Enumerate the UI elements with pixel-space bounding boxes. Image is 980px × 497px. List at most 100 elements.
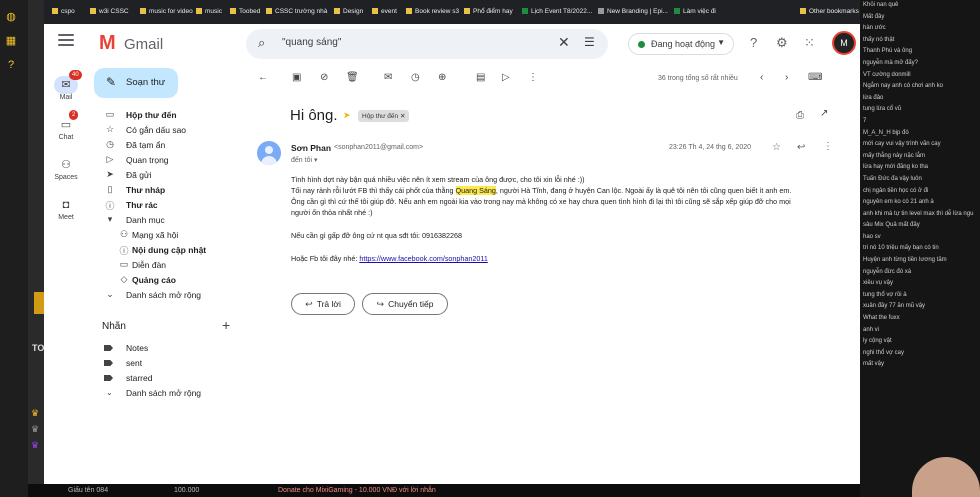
bookmark-item[interactable]: Book review s3 — [406, 8, 459, 15]
bookmark-item[interactable]: Design — [334, 8, 363, 15]
search-icon[interactable]: ⌕ — [258, 35, 265, 51]
search-highlight: Quang Sáng — [455, 186, 496, 195]
app-rail: ✉ 40 Mail ▭ 2 Chat ⚇ Spaces ◘ Meet — [44, 64, 88, 464]
reply-icon[interactable]: ↩ — [797, 142, 805, 153]
sender-avatar[interactable] — [257, 141, 281, 165]
reply-label: Trả lời — [316, 299, 341, 309]
rail-meet[interactable]: ◘ Meet — [44, 196, 88, 221]
snooze-icon[interactable]: ◷ — [411, 72, 420, 83]
older-chevron-icon[interactable]: › — [785, 72, 788, 83]
chat-message: Mất đây — [863, 13, 885, 20]
screen: ◍ ▦ ? TO ♛ ♛ ♛ Giấu tên 084 100.000 Dona… — [0, 0, 980, 497]
status-dropdown[interactable]: Đang hoạt động ▼ — [628, 33, 734, 55]
reply-button[interactable]: ↩ Trả lời — [291, 293, 355, 315]
donate-message: Donate cho MixiGaming - 10.000 VNĐ với l… — [278, 487, 436, 494]
forum-icon: ▭ — [119, 259, 129, 269]
chat-message: Tuấn Đức đa vậy luôn — [863, 175, 922, 182]
bookmark-item[interactable]: event — [372, 8, 397, 15]
more-vert-icon[interactable]: ⋮ — [823, 141, 833, 152]
rail-spaces[interactable]: ⚇ Spaces — [44, 156, 88, 181]
body-paragraph: Tình hình dợt này bận quá nhiều việc nên… — [291, 175, 585, 184]
chat-icon: ▭ — [60, 119, 72, 131]
help-icon[interactable]: ? — [750, 35, 757, 50]
mail-icon: ✉ — [61, 79, 71, 91]
search-input[interactable]: "quang sáng" — [282, 37, 341, 48]
stream-chat: Khỏi nan quê Mất đây hàn ước thấy nó thật Th… — [860, 0, 980, 497]
mark-unread-icon[interactable]: ✉ — [384, 72, 392, 83]
delete-icon[interactable]: 🗑 — [346, 72, 359, 83]
chat-message: chị ngân tiền học có ở đi — [863, 187, 929, 194]
label-icon[interactable]: ▷ — [502, 72, 510, 83]
add-task-icon[interactable]: ⊕ — [438, 72, 446, 83]
bookmark-item[interactable]: Lịch Event T8/2022... — [522, 8, 592, 15]
apps-grid-icon[interactable]: ⁙ — [804, 35, 815, 51]
recipient-line[interactable]: đến tôi ▾ — [291, 156, 318, 164]
chat-message: mất vậy — [863, 361, 885, 368]
facebook-link[interactable]: https://www.facebook.com/sonphan2011 — [359, 254, 488, 263]
star-icon[interactable]: ☆ — [772, 142, 781, 153]
gmail-logo-icon[interactable]: M — [99, 33, 116, 53]
label-tag-icon — [104, 345, 113, 351]
chat-message: tung lừa cổ vũ — [863, 106, 902, 113]
streamer-avatar — [912, 457, 980, 497]
bookmark-item[interactable]: cspo — [52, 8, 75, 15]
forward-icon: ↪ — [376, 299, 385, 309]
bookmark-item[interactable]: music — [196, 8, 222, 15]
bookmark-item[interactable]: New Branding | Epi... — [598, 8, 668, 15]
settings-gear-icon[interactable]: ⚙ — [776, 35, 788, 51]
spam-icon: ⓘ — [105, 201, 115, 211]
message-body: Tình hình dợt này bận quá nhiều việc nên… — [291, 174, 801, 264]
chevron-down-icon: ⌄ — [106, 388, 113, 397]
inbox-label-chip[interactable]: Hộp thư đến ✕ — [358, 110, 410, 122]
message-date: 23:26 Th 4, 24 thg 6, 2020 — [669, 144, 751, 151]
newer-chevron-icon[interactable]: ‹ — [760, 72, 763, 83]
back-arrow-icon[interactable]: ← — [258, 72, 268, 83]
category-icon: ▾ — [107, 214, 113, 224]
search-bar[interactable]: ⌕ "quang sáng" ✕ ☰ — [246, 29, 608, 59]
chat-message: nguyễn đừc đó xá — [863, 268, 912, 275]
label-text: Notes — [126, 343, 149, 353]
move-to-icon[interactable]: ▤ — [476, 72, 485, 83]
gmail-brand[interactable]: Gmail — [124, 36, 163, 53]
rail-mail[interactable]: ✉ 40 Mail — [44, 70, 88, 101]
print-icon[interactable]: ⎙ — [796, 110, 804, 121]
clear-search-icon[interactable]: ✕ — [558, 34, 570, 51]
search-options-icon[interactable]: ☰ — [584, 35, 595, 49]
chat-message: ly cộng vật — [863, 338, 892, 345]
bookmark-item[interactable]: w3i CSSC — [90, 8, 129, 15]
chat-message: thấy nó thật — [863, 36, 895, 43]
archive-icon[interactable]: ▣ — [292, 72, 301, 83]
more-vert-icon[interactable]: ⋮ — [528, 72, 538, 83]
keyboard-icon[interactable]: ⌨ — [808, 72, 822, 83]
star-icon: ☆ — [105, 124, 115, 134]
nav-item-label: Thư nháp — [126, 185, 166, 195]
compose-button[interactable]: ✎ Soạn thư — [94, 68, 178, 98]
chat-message: VT cường donmill — [863, 71, 911, 78]
rail-chat[interactable]: ▭ 2 Chat — [44, 110, 88, 141]
bookmark-item[interactable]: music for video — [140, 8, 193, 15]
add-label-icon[interactable]: + — [222, 317, 230, 333]
bookmark-item[interactable]: Làm việc đi — [674, 8, 716, 15]
main-menu-icon[interactable] — [58, 34, 74, 50]
report-spam-icon[interactable]: ⊘ — [320, 72, 328, 83]
body-paragraph: Hoặc Fb tôi đây nhé: https://www.faceboo… — [291, 253, 801, 264]
message-pane: ← ▣ ⊘ 🗑 ✉ ◷ ⊕ ▤ ▷ ⋮ 36 trong tổng số rất… — [240, 64, 860, 484]
send-icon: ➤ — [106, 169, 114, 179]
important-marker-icon[interactable]: ➤ — [343, 110, 351, 121]
bookmark-item[interactable]: Toobed — [230, 8, 260, 15]
open-new-window-icon[interactable]: ↗ — [820, 108, 828, 119]
status-label: Đang hoạt động — [651, 39, 716, 49]
sender-name[interactable]: Sơn Phan — [291, 143, 331, 153]
nav-item-label: Quan trọng — [126, 155, 169, 165]
nav-item-label: Danh mục — [126, 215, 165, 225]
account-avatar[interactable]: M — [832, 31, 856, 55]
help-icon: ? — [7, 59, 15, 71]
bookmark-item[interactable]: Other bookmarks — [800, 8, 859, 15]
chat-message: Thanh Phú và ông — [863, 48, 913, 55]
promotions-icon: ◇ — [120, 274, 128, 284]
crown-icon: ♛ — [31, 440, 40, 450]
body-text-run: Hoặc Fb tôi đây nhé: — [291, 254, 360, 263]
bookmark-item[interactable]: Phổ điểm hay — [464, 8, 513, 15]
bookmark-item[interactable]: CSSC trường nhà — [266, 8, 327, 15]
forward-button[interactable]: ↪ Chuyển tiếp — [362, 293, 448, 315]
